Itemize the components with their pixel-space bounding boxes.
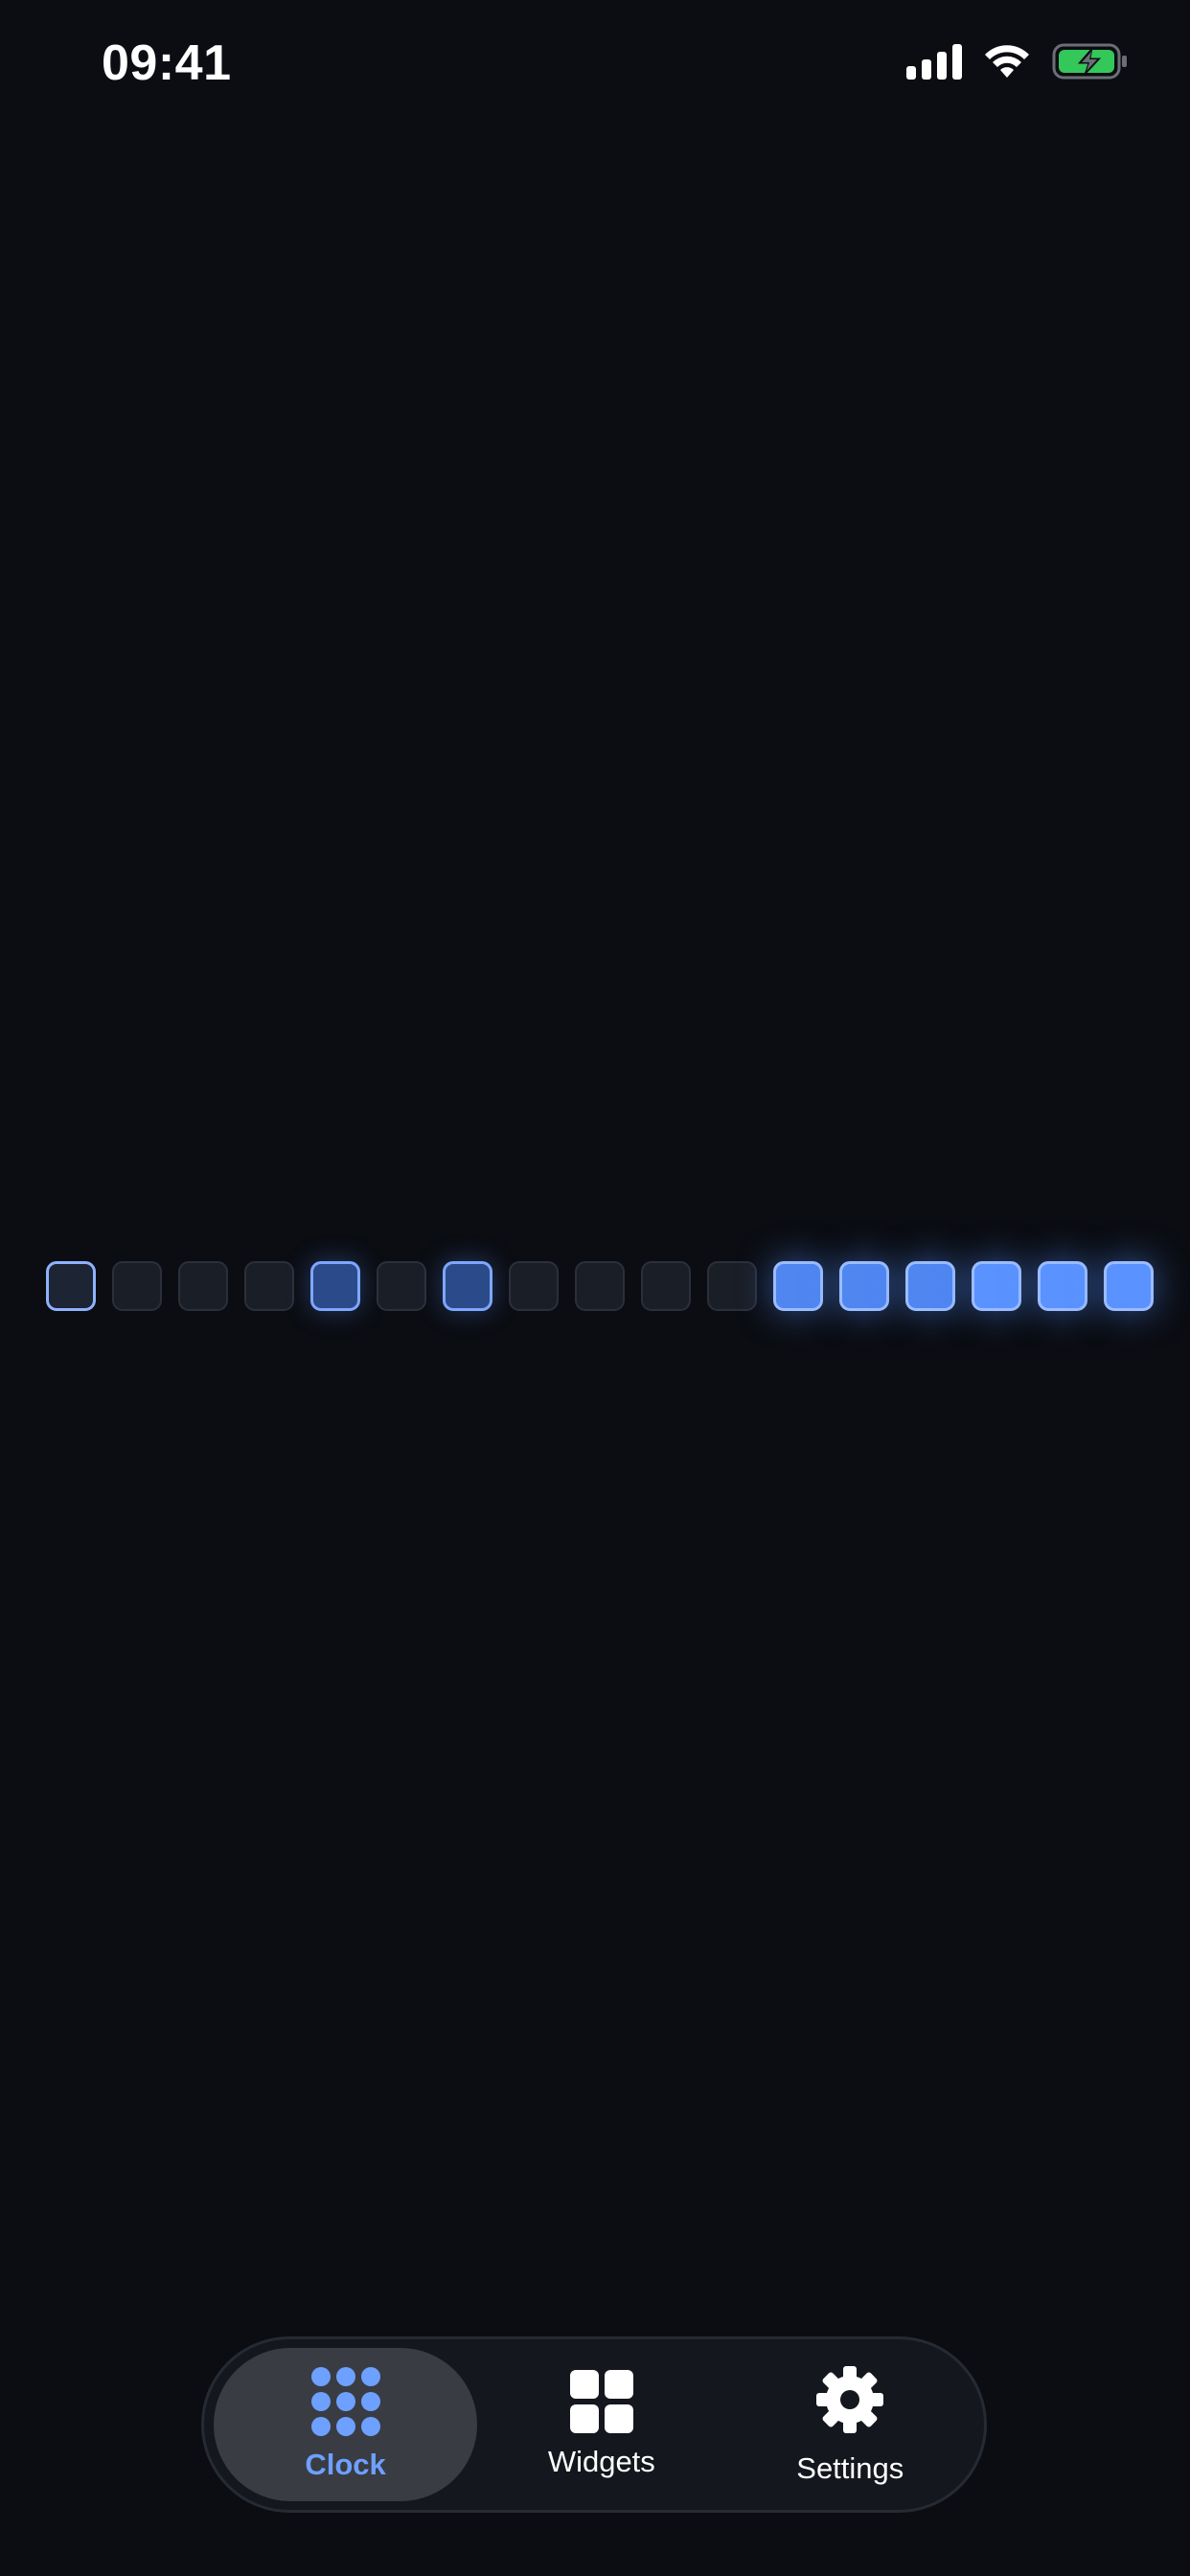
clock-bit: [310, 1261, 360, 1311]
clock-bit: [575, 1261, 625, 1311]
tab-label-clock: Clock: [305, 2448, 386, 2481]
clock-bit: [112, 1261, 162, 1311]
battery-charging-icon: [1052, 42, 1129, 80]
app-screen: 09:41 Clock Widgets Settings: [0, 0, 1190, 2576]
clock-bit: [641, 1261, 691, 1311]
widgets-grid-icon: [569, 2370, 633, 2433]
clock-bit: [1038, 1261, 1087, 1311]
dots-grid-icon: [310, 2367, 380, 2436]
clock-bit: [377, 1261, 426, 1311]
clock-bit: [707, 1261, 757, 1311]
clock-bit: [509, 1261, 559, 1311]
tab-settings[interactable]: Settings: [726, 2348, 974, 2501]
gear-icon: [814, 2364, 885, 2440]
cellular-signal-icon: [906, 43, 962, 80]
clock-bit: [972, 1261, 1021, 1311]
clock-bit: [46, 1261, 96, 1311]
tab-label-settings: Settings: [796, 2450, 904, 2485]
status-time: 09:41: [102, 35, 232, 91]
status-icons: [906, 42, 1129, 80]
clock-bit: [178, 1261, 228, 1311]
tab-widgets[interactable]: Widgets: [477, 2348, 725, 2501]
tab-bar: Clock Widgets Settings: [201, 2336, 987, 2513]
clock-bit: [443, 1261, 492, 1311]
tab-label-widgets: Widgets: [547, 2445, 655, 2478]
wifi-icon: [983, 43, 1031, 80]
clock-bit: [773, 1261, 823, 1311]
clock-bit: [839, 1261, 889, 1311]
tab-clock[interactable]: Clock: [214, 2348, 478, 2501]
clock-bit: [1104, 1261, 1154, 1311]
clock-bit: [905, 1261, 955, 1311]
binary-clock-row: [46, 1261, 1154, 1311]
status-bar: 09:41: [0, 0, 1190, 134]
clock-bit: [244, 1261, 294, 1311]
